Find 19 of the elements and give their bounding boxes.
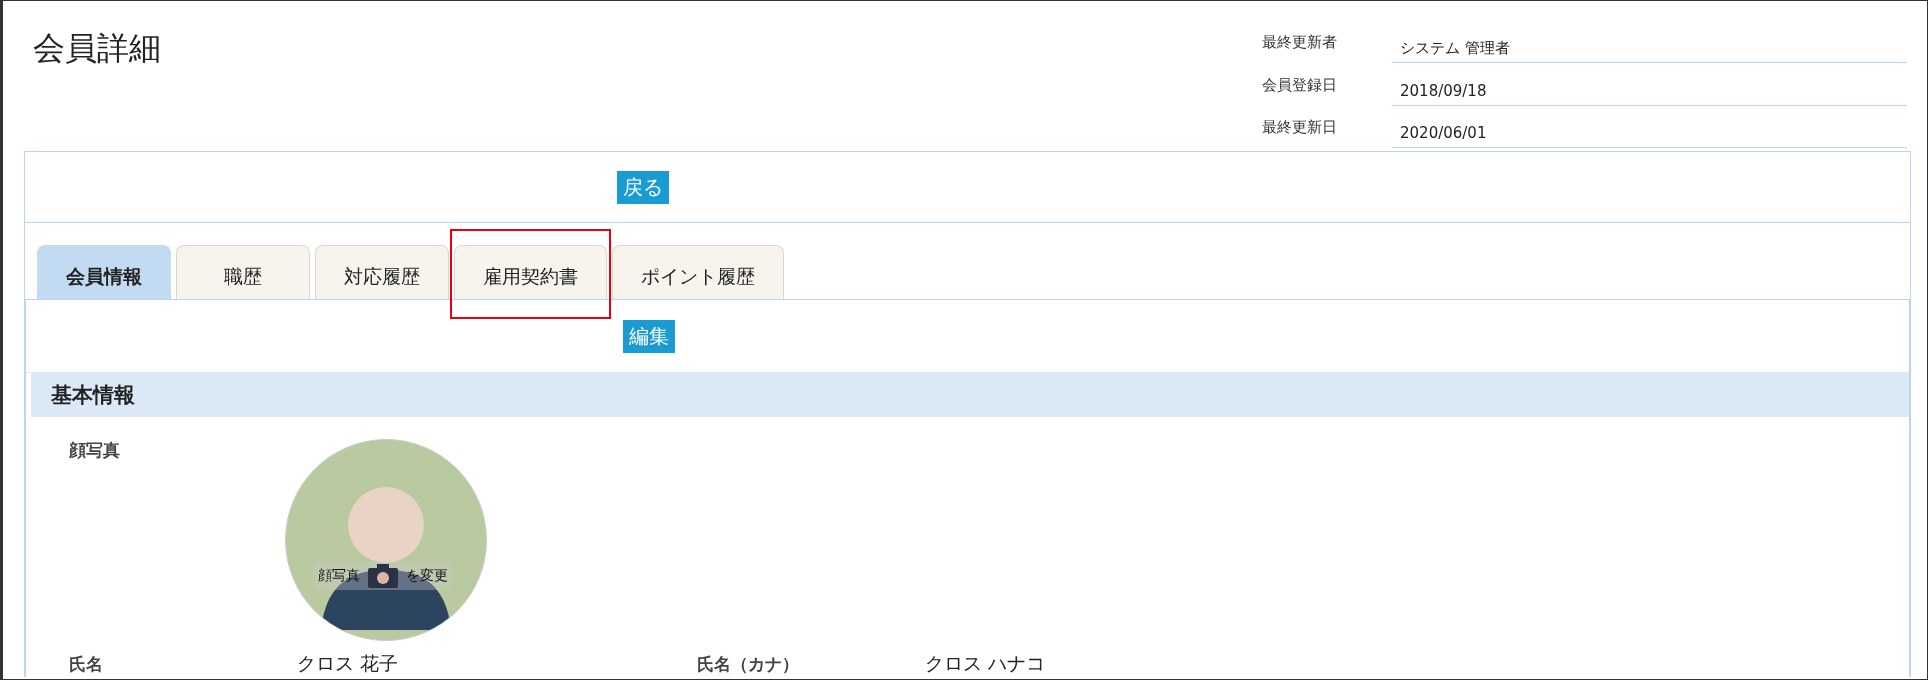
field-label: 顔写真 (69, 439, 121, 462)
meta-label: 会員登録日 (1262, 74, 1338, 96)
tab[interactable]: 職歴 (176, 245, 310, 299)
field-value: クロス ハナコ (925, 651, 1047, 676)
field-label: 氏名（カナ） (697, 653, 800, 676)
field-label: 氏名 (69, 653, 104, 676)
field-value: クロス 花子 (297, 651, 400, 676)
camera-icon (368, 564, 398, 588)
meta-label: 最終更新日 (1262, 117, 1338, 139)
meta-value: システム 管理者 (1392, 23, 1907, 63)
tab[interactable]: 雇用契約書 (454, 245, 607, 299)
tab[interactable]: 会員情報 (37, 245, 171, 299)
tab[interactable]: ポイント履歴 (612, 245, 784, 299)
tab[interactable]: 対応履歴 (315, 245, 449, 299)
page-title: 会員詳細 (33, 28, 161, 69)
section-title: 基本情報 (31, 373, 1909, 417)
meta-value: 2018/09/18 (1392, 65, 1907, 106)
meta-label: 最終更新者 (1262, 32, 1338, 53)
meta-value: 2020/06/01 (1392, 108, 1907, 149)
